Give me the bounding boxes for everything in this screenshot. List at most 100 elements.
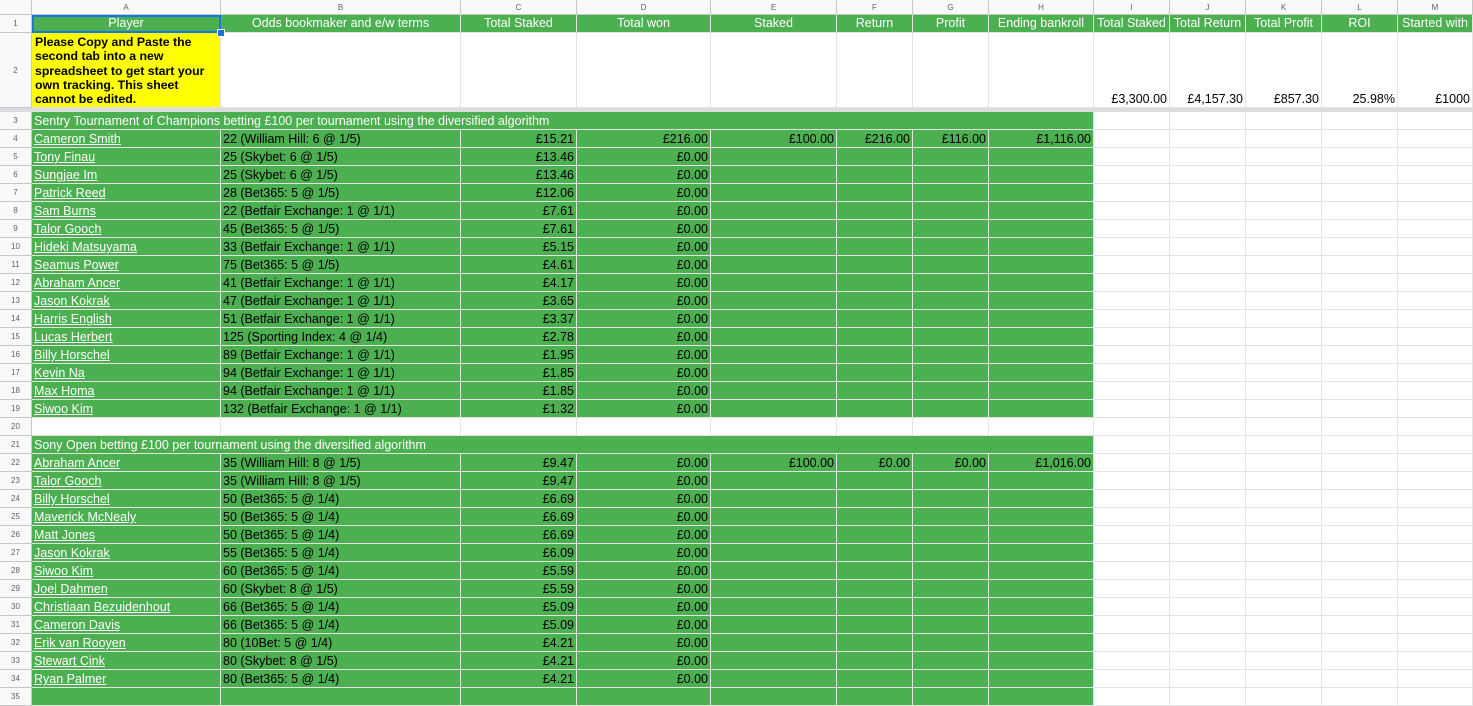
empty-cell[interactable] — [1094, 580, 1170, 598]
player-cell[interactable]: Erik van Rooyen — [32, 634, 221, 652]
empty-cell[interactable] — [1322, 220, 1398, 238]
empty-cell[interactable] — [1170, 508, 1246, 526]
empty-cell[interactable] — [1094, 292, 1170, 310]
odds-cell[interactable]: 94 (Betfair Exchange: 1 @ 1/1) — [221, 364, 461, 382]
total-won-cell[interactable]: £0.00 — [577, 220, 711, 238]
total-staked-cell[interactable]: £7.61 — [461, 220, 577, 238]
row-header[interactable]: 8 — [0, 202, 32, 220]
total-staked-cell[interactable]: £13.46 — [461, 148, 577, 166]
empty-cell[interactable] — [913, 562, 989, 580]
empty-cell[interactable] — [1094, 526, 1170, 544]
total-staked-cell[interactable]: £4.21 — [461, 634, 577, 652]
empty-cell[interactable] — [1322, 130, 1398, 148]
empty-cell[interactable] — [1094, 112, 1170, 130]
row-header[interactable]: 18 — [0, 382, 32, 400]
empty-cell[interactable] — [1398, 418, 1473, 436]
empty-cell[interactable] — [1094, 148, 1170, 166]
row-header[interactable]: 12 — [0, 274, 32, 292]
column-header-j[interactable]: J — [1170, 0, 1246, 15]
empty-cell[interactable] — [1398, 310, 1473, 328]
empty-cell[interactable] — [1094, 382, 1170, 400]
empty-cell[interactable] — [837, 526, 913, 544]
empty-cell[interactable] — [1398, 148, 1473, 166]
empty-cell[interactable] — [711, 580, 837, 598]
empty-cell[interactable] — [711, 400, 837, 418]
player-link[interactable]: Billy Horschel — [34, 348, 110, 362]
header-profit[interactable]: Profit — [913, 15, 989, 33]
section-title[interactable]: Sentry Tournament of Champions betting £… — [32, 112, 1094, 130]
empty-cell[interactable] — [989, 490, 1094, 508]
empty-cell[interactable] — [1246, 472, 1322, 490]
player-link[interactable]: Seamus Power — [34, 258, 119, 272]
empty-cell[interactable] — [989, 472, 1094, 490]
empty-cell[interactable] — [1094, 184, 1170, 202]
empty-cell[interactable] — [1322, 112, 1398, 130]
row-header[interactable]: 4 — [0, 130, 32, 148]
empty-cell[interactable] — [913, 166, 989, 184]
player-cell[interactable]: Abraham Ancer — [32, 454, 221, 472]
total-won-cell[interactable]: £0.00 — [577, 364, 711, 382]
total-won-cell[interactable]: £0.00 — [577, 148, 711, 166]
player-link[interactable]: Cameron Smith — [34, 132, 121, 146]
empty-cell[interactable] — [1170, 112, 1246, 130]
empty-cell[interactable] — [1246, 292, 1322, 310]
total-won-cell[interactable]: £0.00 — [577, 382, 711, 400]
row-header[interactable]: 33 — [0, 652, 32, 670]
row-header[interactable]: 9 — [0, 220, 32, 238]
column-header-b[interactable]: B — [221, 0, 461, 15]
summary-total-staked[interactable]: £3,300.00 — [1094, 33, 1170, 108]
empty-cell[interactable] — [913, 598, 989, 616]
player-link[interactable]: Jason Kokrak — [34, 294, 110, 308]
empty-cell[interactable] — [1322, 382, 1398, 400]
empty-cell[interactable] — [711, 616, 837, 634]
empty-cell[interactable] — [711, 274, 837, 292]
total-staked-cell[interactable]: £1.32 — [461, 400, 577, 418]
player-cell[interactable]: Jason Kokrak — [32, 544, 221, 562]
empty-cell[interactable] — [1246, 454, 1322, 472]
tournament-profit[interactable]: £116.00 — [913, 130, 989, 148]
empty-cell[interactable] — [913, 400, 989, 418]
total-staked-cell[interactable]: £15.21 — [461, 130, 577, 148]
empty-cell[interactable] — [913, 238, 989, 256]
total-staked-cell[interactable]: £5.09 — [461, 598, 577, 616]
empty-cell[interactable] — [711, 652, 837, 670]
total-staked-cell[interactable]: £12.06 — [461, 184, 577, 202]
tournament-profit[interactable]: £0.00 — [913, 454, 989, 472]
empty-cell[interactable] — [1322, 274, 1398, 292]
odds-cell[interactable]: 60 (Skybet: 8 @ 1/5) — [221, 580, 461, 598]
empty-cell[interactable] — [913, 148, 989, 166]
empty-cell[interactable] — [837, 328, 913, 346]
total-staked-cell[interactable]: £13.46 — [461, 166, 577, 184]
empty-cell[interactable] — [1322, 292, 1398, 310]
empty-cell[interactable] — [1246, 400, 1322, 418]
empty-cell[interactable] — [913, 508, 989, 526]
total-won-cell[interactable]: £0.00 — [577, 490, 711, 508]
empty-cell[interactable] — [1170, 238, 1246, 256]
odds-cell[interactable]: 51 (Betfair Exchange: 1 @ 1/1) — [221, 310, 461, 328]
empty-cell[interactable] — [1398, 562, 1473, 580]
player-link[interactable]: Abraham Ancer — [34, 276, 120, 290]
empty-cell[interactable] — [711, 346, 837, 364]
empty-cell[interactable] — [1170, 310, 1246, 328]
empty-cell[interactable] — [1322, 544, 1398, 562]
player-cell[interactable]: Ryan Palmer — [32, 670, 221, 688]
empty-cell[interactable] — [221, 418, 461, 436]
row-header[interactable]: 34 — [0, 670, 32, 688]
empty-cell[interactable] — [711, 634, 837, 652]
spreadsheet-grid[interactable]: A B C D E F G H I J K L M 1 2 3 4 5 6 7 8 9 10 11 12 13 14 15 16 17 18… — [0, 0, 1473, 706]
total-staked-cell[interactable]: £5.59 — [461, 580, 577, 598]
empty-cell[interactable] — [1170, 598, 1246, 616]
empty-cell[interactable] — [1246, 670, 1322, 688]
empty-cell[interactable] — [1398, 454, 1473, 472]
empty-cell[interactable] — [837, 292, 913, 310]
empty-cell[interactable] — [1398, 382, 1473, 400]
player-link[interactable]: Harris English — [34, 312, 112, 326]
empty-cell[interactable] — [1170, 184, 1246, 202]
empty-cell[interactable] — [1094, 256, 1170, 274]
empty-cell[interactable] — [837, 220, 913, 238]
empty-cell[interactable] — [1246, 112, 1322, 130]
empty-cell[interactable] — [837, 418, 913, 436]
player-cell[interactable]: Talor Gooch — [32, 220, 221, 238]
header-sum-total-staked[interactable]: Total Staked — [1094, 15, 1170, 33]
empty-cell[interactable] — [989, 580, 1094, 598]
